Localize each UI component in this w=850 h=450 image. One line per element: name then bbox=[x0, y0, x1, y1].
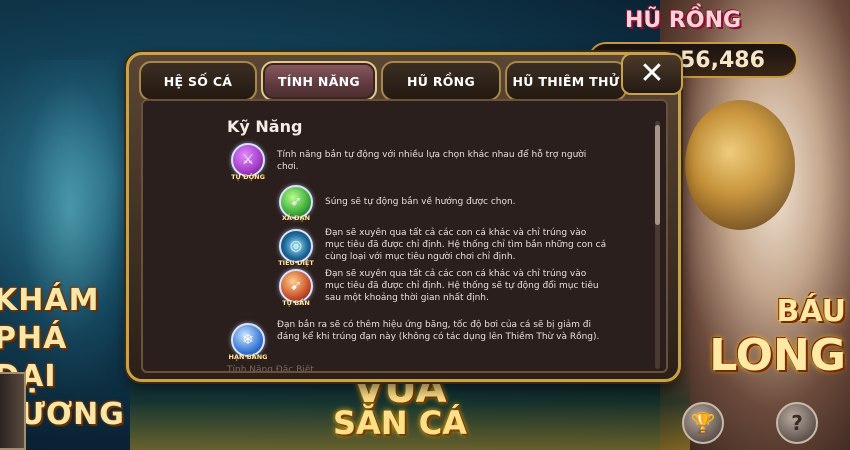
skill-caption: TIÊU DIỆT bbox=[278, 259, 314, 267]
right-game-title[interactable]: BÁU LONG bbox=[656, 290, 846, 378]
skill-caption: HẠN BĂNG bbox=[228, 353, 268, 361]
right-title-line2: LONG bbox=[709, 330, 846, 381]
scrollbar-thumb[interactable] bbox=[655, 125, 660, 225]
ice-shard-icon: ❄ bbox=[231, 323, 265, 357]
crosshair-icon: ◎ bbox=[279, 229, 313, 263]
close-button[interactable]: ✕ bbox=[621, 53, 683, 95]
next-section-title: Tính Năng Đặc Biệt bbox=[227, 365, 314, 373]
right-title-line1: BÁU bbox=[776, 294, 846, 329]
skill-caption: TỰ BẮN bbox=[282, 299, 310, 307]
avatar[interactable] bbox=[0, 372, 26, 450]
skill-description: Đạn sẽ xuyên qua tất cả các con cá khác … bbox=[325, 228, 607, 262]
skill-description: Súng sẽ tự động bắn về hướng được chọn. bbox=[325, 197, 516, 207]
skill-description: Đạn sẽ xuyên qua tất cả các con cá khác … bbox=[325, 269, 599, 303]
jackpot-title: HŨ RỒNG bbox=[625, 8, 742, 33]
crossed-swords-icon: ⚔ bbox=[231, 143, 265, 177]
close-icon: ✕ bbox=[639, 56, 665, 91]
bottom-title-line2: SĂN CÁ bbox=[333, 404, 467, 442]
tab-he-so-ca[interactable]: HỆ SỐ CÁ bbox=[139, 61, 257, 101]
trophy-button[interactable]: 🏆 bbox=[682, 402, 724, 444]
tab-hu-rong[interactable]: HŨ RỒNG bbox=[381, 61, 501, 101]
flame-bullet-icon: ➹ bbox=[279, 269, 313, 303]
trophy-icon: 🏆 bbox=[690, 411, 716, 435]
skill-description: Đạn bắn ra sẽ có thêm hiệu ứng băng, tốc… bbox=[277, 320, 600, 342]
question-icon: ? bbox=[791, 411, 803, 435]
tab-tinh-nang[interactable]: TÍNH NĂNG bbox=[261, 61, 377, 101]
skill-list-panel[interactable]: Kỹ Năng ⚔ TỰ ĐỘNG Tính năng bắn tự động … bbox=[141, 99, 668, 373]
skill-caption: TỰ ĐỘNG bbox=[231, 173, 265, 181]
bottom-game-title[interactable]: VUA SĂN CÁ bbox=[300, 369, 500, 442]
help-button[interactable]: ? bbox=[776, 402, 818, 444]
info-dialog: HỆ SỐ CÁ TÍNH NĂNG HŨ RỒNG HŨ THIÊM THỬ … bbox=[126, 52, 683, 382]
tab-hu-thiem-thu[interactable]: HŨ THIÊM THỬ bbox=[505, 61, 627, 101]
jackpot-value: 56,486 bbox=[680, 48, 765, 73]
section-title: Kỹ Năng bbox=[227, 117, 303, 136]
skill-description: Tính năng bắn tự động với nhiều lựa chọn… bbox=[277, 150, 587, 172]
skill-caption: XẢ ĐẠN bbox=[281, 214, 311, 222]
dragon-illustration bbox=[685, 100, 795, 230]
